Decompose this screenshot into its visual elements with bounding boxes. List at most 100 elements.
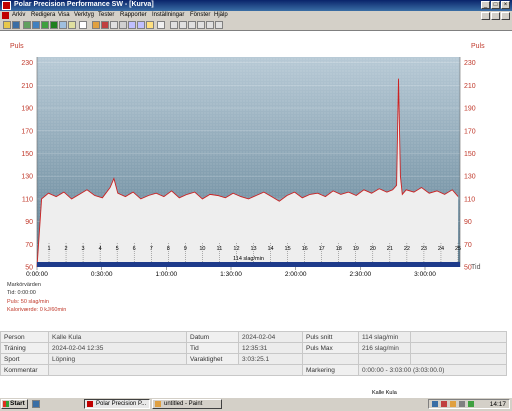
puls-snitt-value: 114 slag/min (358, 331, 411, 343)
lap-label: 15 (285, 246, 291, 252)
start-label: Start (10, 400, 25, 407)
lap-label: 7 (150, 246, 153, 252)
lap-label: 8 (167, 246, 170, 252)
marker-pulse: Puls: 50 slag/min (7, 299, 49, 305)
print-icon[interactable] (79, 21, 87, 29)
taskbar-item-paint[interactable]: untitled - Paint (152, 399, 222, 409)
compare-icon[interactable] (197, 21, 205, 29)
menu-installningar[interactable]: Inställningar (152, 12, 184, 18)
marker-icon[interactable] (146, 21, 154, 29)
paint-app-icon (155, 401, 161, 407)
lap-label: 10 (199, 246, 205, 252)
zoom-icon[interactable] (119, 21, 127, 29)
kommentar-value[interactable] (48, 364, 303, 376)
globe-icon[interactable] (41, 21, 49, 29)
y-tick-label: 70 (25, 242, 33, 249)
zoom-out-icon[interactable] (137, 21, 145, 29)
antivirus-icon[interactable] (441, 401, 447, 407)
tid-value: 12:35:31 (238, 342, 303, 354)
tray-app-icon[interactable] (450, 401, 456, 407)
doc-minimize-button[interactable] (481, 12, 490, 20)
y-tick-label: 90 (25, 219, 33, 226)
varaktighet-label: Varaktighet (186, 353, 239, 365)
menu-hjalp[interactable]: Hjälp (214, 12, 228, 18)
save-icon[interactable] (12, 21, 20, 29)
table-row: Sport Löpning Varaktighet 3:03:25.1 (0, 353, 507, 365)
y-tick-label: 150 (464, 151, 476, 158)
menu-verktyg[interactable]: Verktyg (74, 12, 94, 18)
y-tick-label: 130 (464, 174, 476, 181)
x-tick-label: 0:00:00 (26, 271, 48, 278)
folder-icon[interactable] (92, 21, 100, 29)
y-tick-label: 230 (464, 60, 476, 67)
menu-visa[interactable]: Visa (58, 12, 70, 18)
traning-label: Träning (0, 342, 49, 354)
menu-arkiv[interactable]: Arkiv (12, 12, 25, 18)
help-icon[interactable] (215, 21, 223, 29)
menu-rapporter[interactable]: Rapporter (120, 12, 147, 18)
y-tick-label: 210 (464, 83, 476, 90)
app-icon (2, 1, 11, 10)
taskbar-item-polar[interactable]: Polar Precision P... (84, 399, 150, 409)
y-axis-label-left: Puls (10, 43, 24, 50)
window-icon[interactable] (59, 21, 67, 29)
y-tick-label: 70 (464, 242, 472, 249)
sport-value: Löpning (48, 353, 187, 365)
y-tick-label: 170 (464, 128, 476, 135)
quicklaunch-icon[interactable] (32, 400, 40, 408)
chart-area[interactable]: 50 70 90 110 130 150 170 190 210 230 50 70 90 110 130… (0, 31, 512, 330)
lap-band-label: 114 slag/min (233, 256, 264, 262)
marker-heading: Markörvärden (7, 282, 41, 288)
doc-close-button[interactable] (501, 12, 510, 20)
empty-cell (410, 342, 507, 354)
list-icon[interactable] (206, 21, 214, 29)
menu-redigera[interactable]: Redigera (31, 12, 55, 18)
empty-cell (410, 331, 507, 343)
lap-label: 1 (47, 246, 50, 252)
doc-restore-button[interactable] (491, 12, 500, 20)
document-icon[interactable] (2, 12, 9, 19)
lap-label: 23 (421, 246, 427, 252)
table-icon[interactable] (188, 21, 196, 29)
exercise-icon[interactable] (32, 21, 40, 29)
windows-logo-icon (3, 401, 9, 407)
network-icon[interactable] (432, 401, 438, 407)
markering-value: 0:00:00 - 3:03:00 (3:03:00.0) (358, 364, 507, 376)
close-button[interactable]: × (501, 1, 510, 9)
lap-label: 20 (370, 246, 376, 252)
menu-fonster[interactable]: Fönster (190, 12, 210, 18)
x-tick-label: 1:30:00 (220, 271, 242, 278)
refresh-icon[interactable] (50, 21, 58, 29)
varaktighet-value: 3:03:25.1 (238, 353, 303, 365)
zoom-in-icon[interactable] (128, 21, 136, 29)
empty-cell (358, 353, 411, 365)
y-tick-label: 150 (21, 151, 33, 158)
x-tick-label: 3:00:00 (414, 271, 436, 278)
volume-icon[interactable] (459, 401, 465, 407)
kommentar-label: Kommentar (0, 364, 49, 376)
stats-icon[interactable] (170, 21, 178, 29)
cursor-icon[interactable] (157, 21, 165, 29)
chart-icon[interactable] (101, 21, 109, 29)
person-value: Kalle Kula (48, 331, 187, 343)
menu-bar: Arkiv Redigera Visa Verktyg Tester Rappo… (0, 11, 512, 20)
heart-rate-chart[interactable]: 507090110130150170190210230 507090110130… (0, 31, 512, 330)
puls-snitt-label: Puls snitt (302, 331, 359, 343)
person-icon[interactable] (23, 21, 31, 29)
open-icon[interactable] (3, 21, 11, 29)
start-button[interactable]: Start (1, 399, 28, 409)
lap-label: 11 (217, 246, 223, 252)
maximize-button[interactable]: □ (491, 1, 500, 9)
tray-app-icon[interactable] (468, 401, 474, 407)
y-tick-label: 110 (464, 196, 475, 203)
lap-label: 5 (116, 246, 119, 252)
note-icon[interactable] (68, 21, 76, 29)
taskbar: Start Polar Precision P... untitled - Pa… (0, 397, 512, 411)
menu-tester[interactable]: Tester (98, 12, 114, 18)
report-icon[interactable] (179, 21, 187, 29)
lap-label: 19 (353, 246, 359, 252)
lap-label: 13 (250, 246, 256, 252)
sport-label: Sport (0, 353, 49, 365)
minimize-button[interactable]: _ (481, 1, 490, 9)
calendar-icon[interactable] (110, 21, 118, 29)
